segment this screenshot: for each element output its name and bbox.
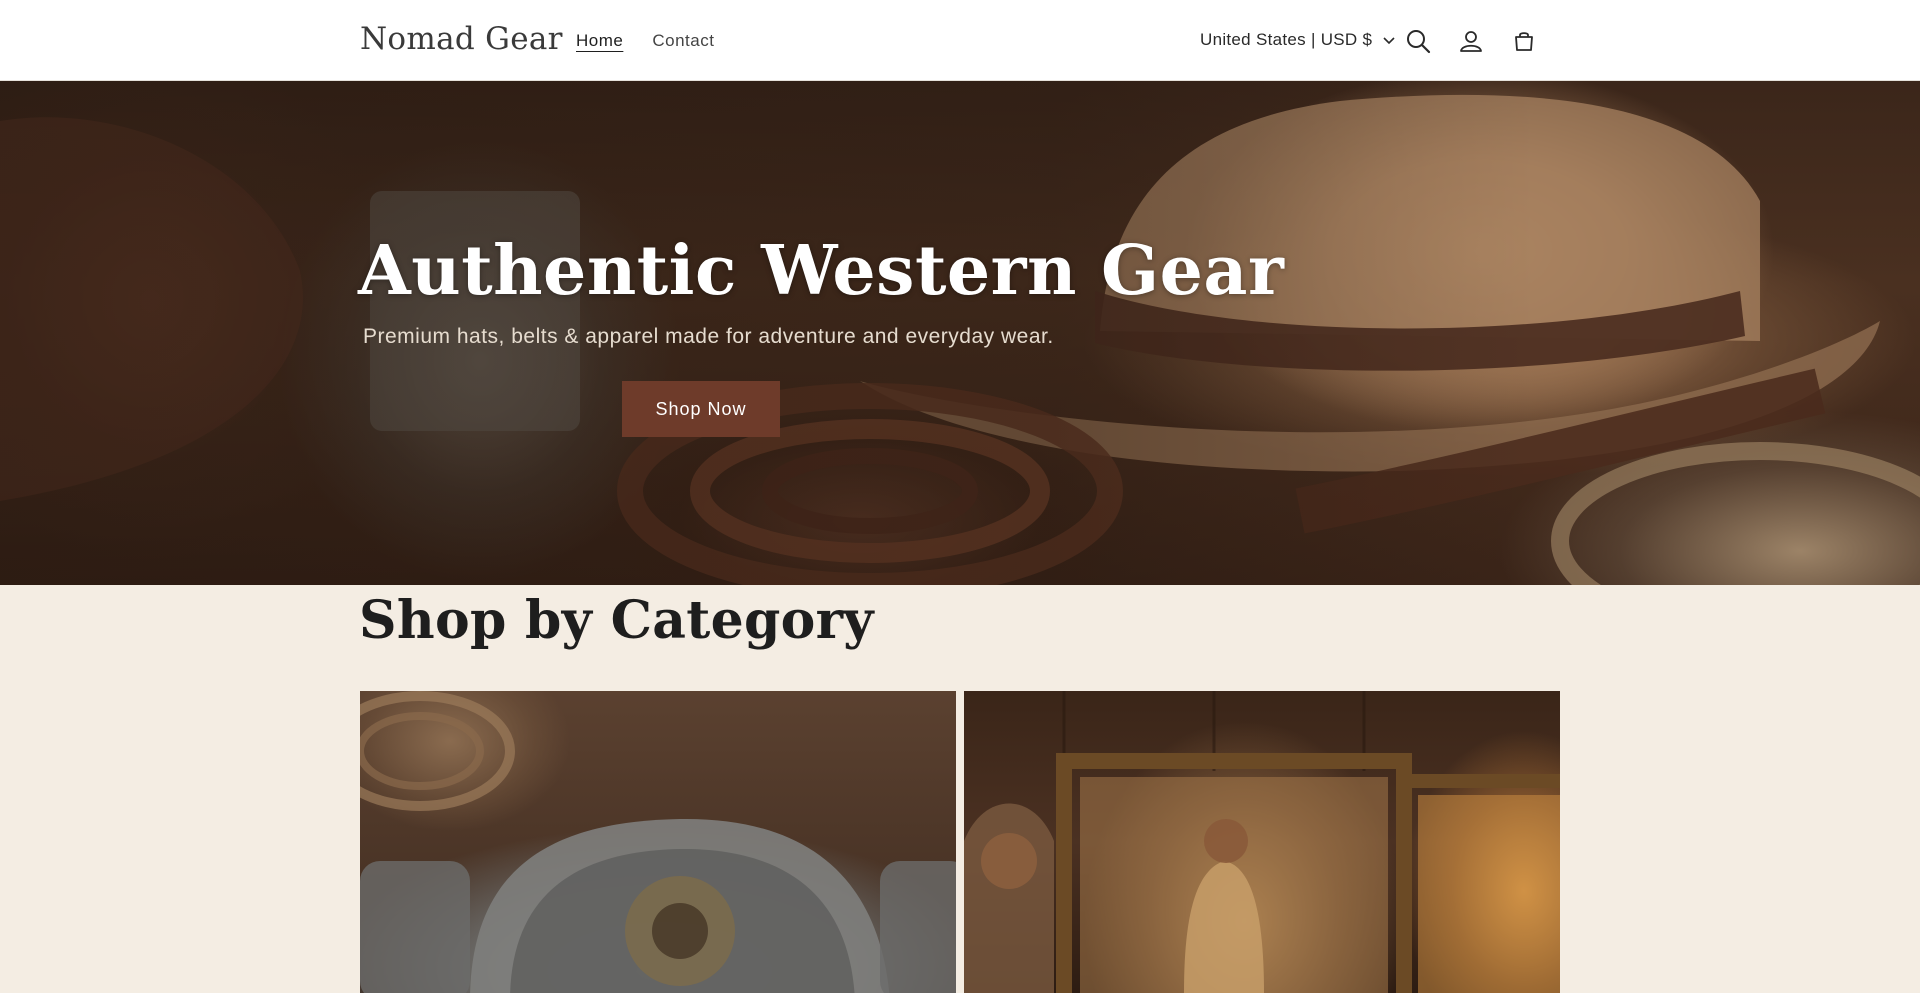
country-currency-label: United States | USD $ bbox=[1200, 30, 1373, 49]
western-art-image bbox=[964, 691, 1560, 993]
belt-buckle-image bbox=[360, 691, 956, 993]
hero-subtitle: Premium hats, belts & apparel made for a… bbox=[363, 325, 1054, 348]
account-button[interactable] bbox=[1454, 24, 1488, 58]
hero-banner: Authentic Western Gear Premium hats, bel… bbox=[0, 81, 1920, 585]
account-icon bbox=[1460, 31, 1482, 52]
hero-title: Authentic Western Gear bbox=[358, 231, 1285, 311]
search-button[interactable] bbox=[1401, 24, 1435, 58]
shop-now-button[interactable]: Shop Now bbox=[622, 381, 780, 437]
cart-icon bbox=[1515, 32, 1533, 51]
category-card-belt-buckles[interactable] bbox=[360, 691, 956, 993]
chevron-down-icon bbox=[1383, 37, 1395, 45]
search-icon bbox=[1407, 30, 1431, 54]
cart-button[interactable] bbox=[1507, 24, 1541, 58]
country-currency-selector[interactable]: United States | USD $ bbox=[1200, 30, 1396, 50]
category-card-artwork[interactable] bbox=[964, 691, 1560, 993]
nav-link-contact[interactable]: Contact bbox=[652, 31, 714, 51]
nav-link-home[interactable]: Home bbox=[576, 31, 623, 51]
main-nav: Home Contact bbox=[576, 31, 714, 51]
site-logo[interactable]: Nomad Gear bbox=[360, 21, 563, 57]
site-header: Nomad Gear Home Contact United States | … bbox=[0, 0, 1920, 81]
category-section-title: Shop by Category bbox=[359, 590, 874, 651]
